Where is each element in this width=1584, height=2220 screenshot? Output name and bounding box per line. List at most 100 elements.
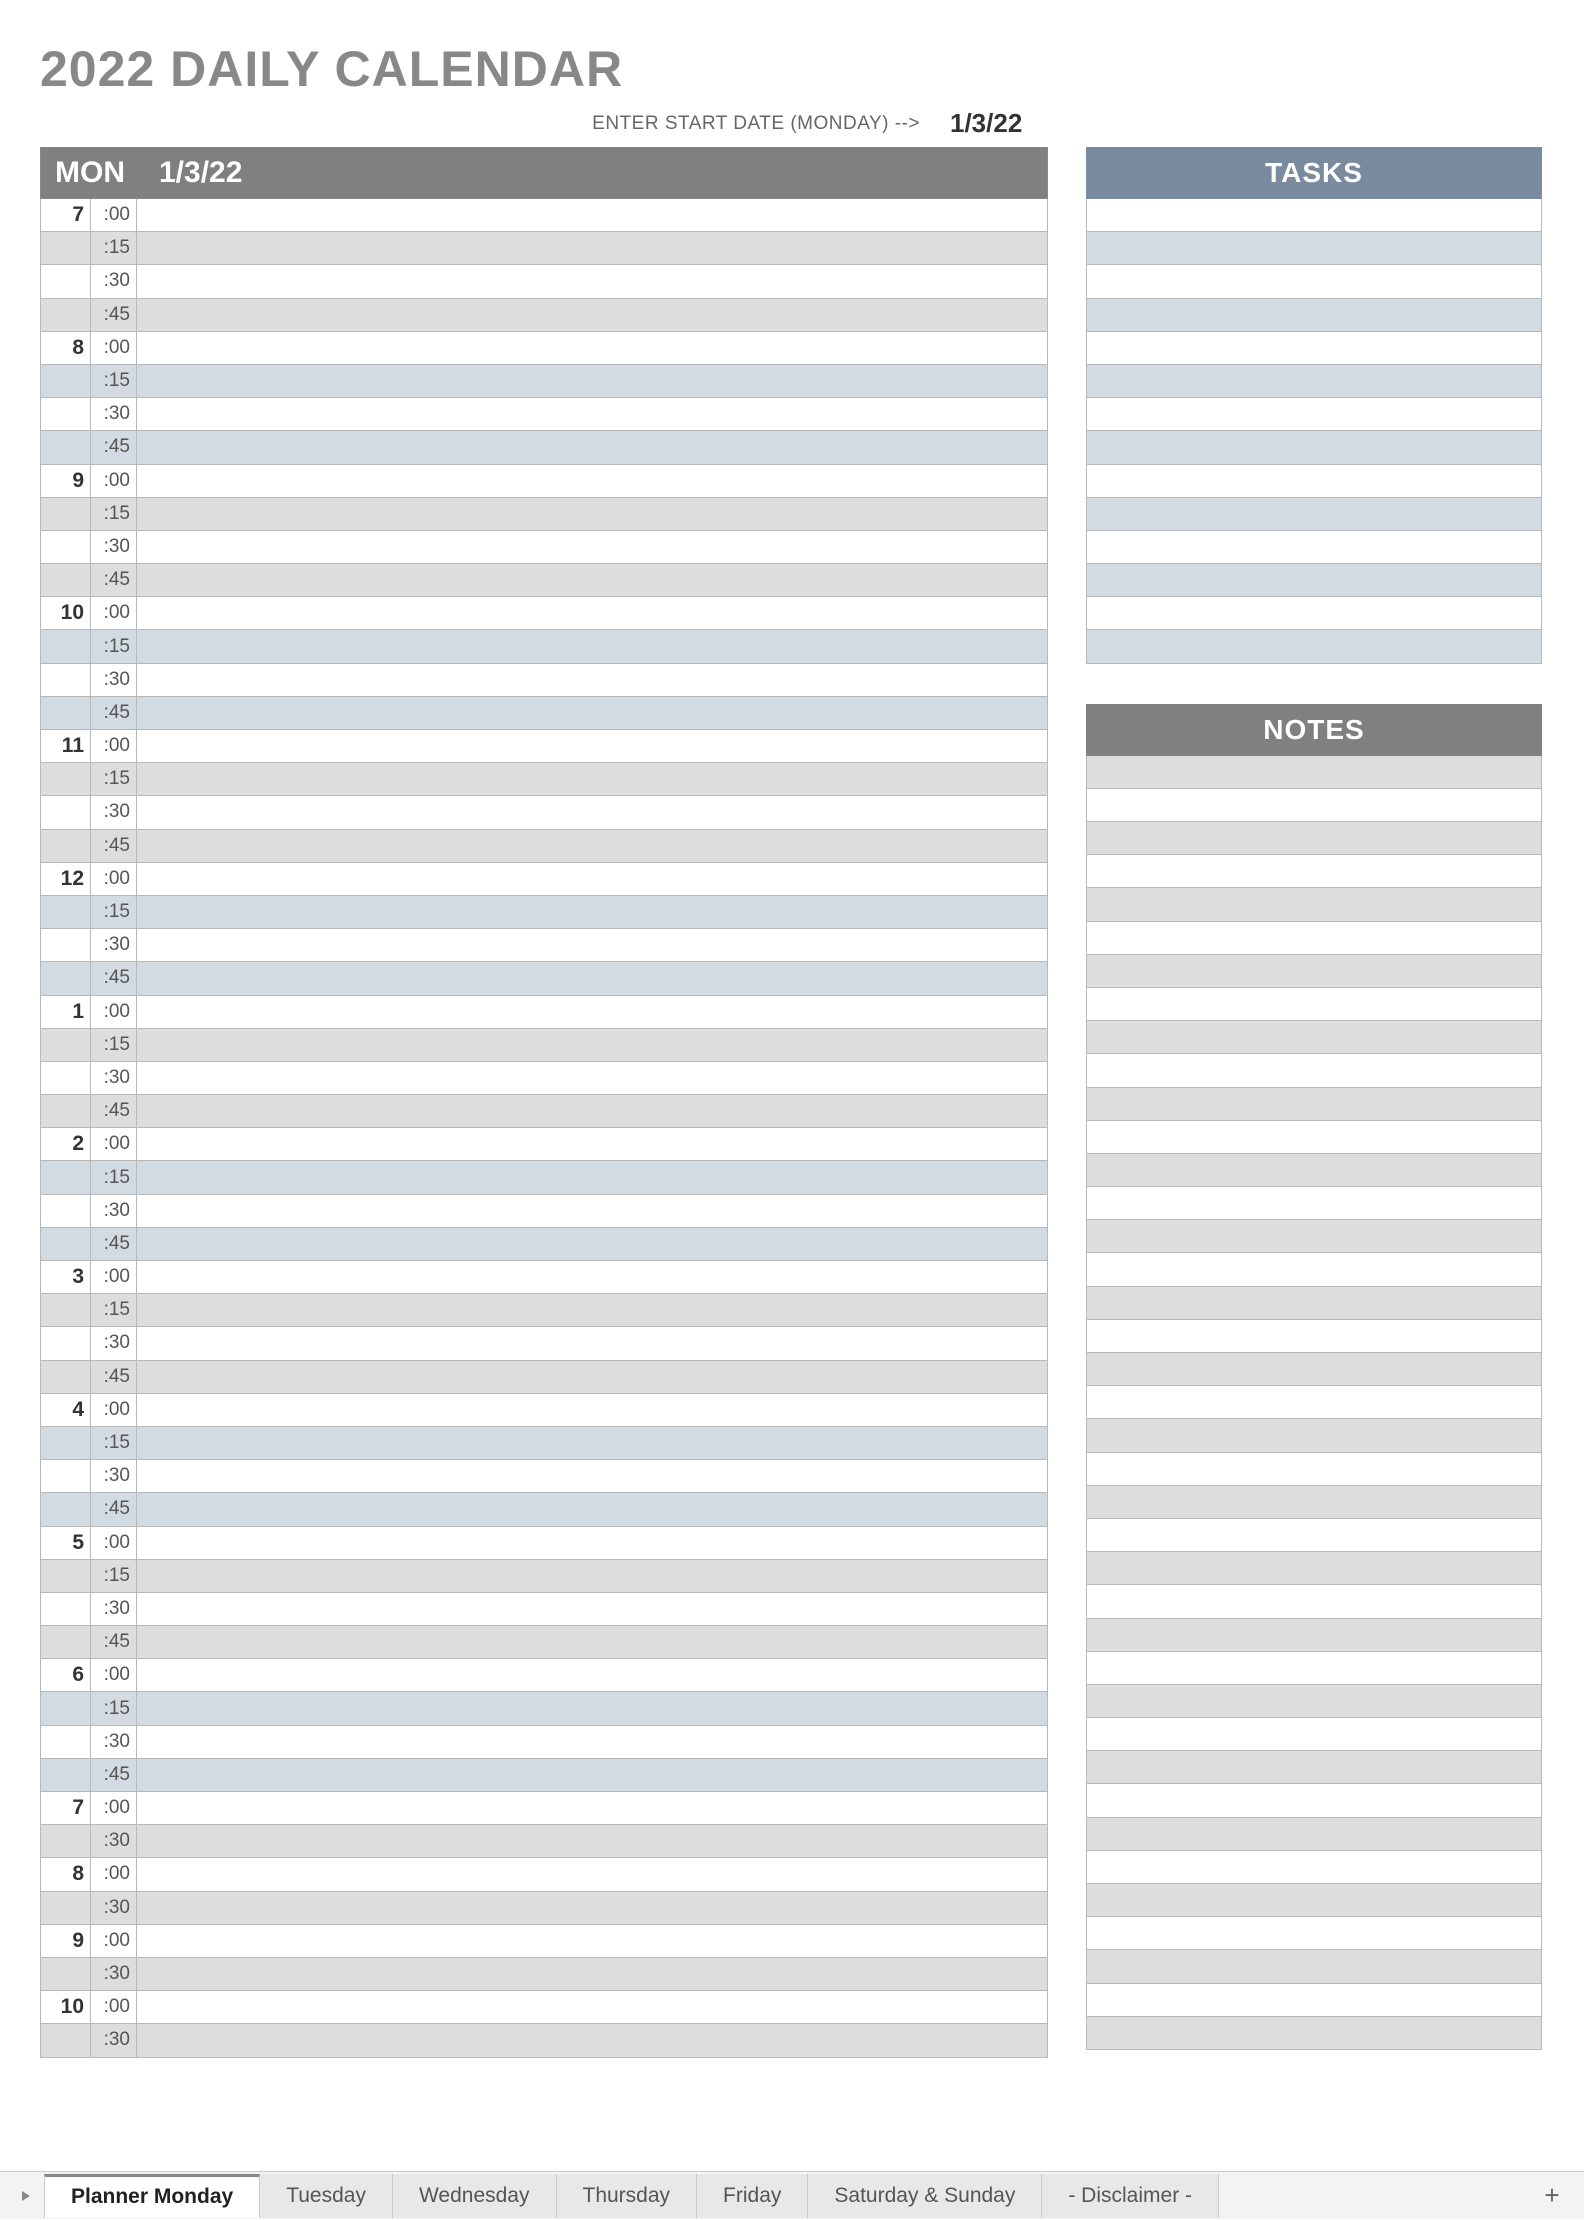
- entry-cell[interactable]: [137, 1327, 1047, 1359]
- task-row[interactable]: [1086, 465, 1542, 498]
- entry-cell[interactable]: [137, 796, 1047, 828]
- entry-cell[interactable]: [137, 929, 1047, 961]
- entry-cell[interactable]: [137, 265, 1047, 297]
- note-row[interactable]: [1086, 1419, 1542, 1452]
- entry-cell[interactable]: [137, 1593, 1047, 1625]
- note-row[interactable]: [1086, 1818, 1542, 1851]
- note-row[interactable]: [1086, 1287, 1542, 1320]
- entry-cell[interactable]: [137, 1493, 1047, 1525]
- entry-cell[interactable]: [137, 1029, 1047, 1061]
- tab-nav-prev[interactable]: [8, 2172, 44, 2220]
- entry-cell[interactable]: [137, 332, 1047, 364]
- entry-cell[interactable]: [137, 597, 1047, 629]
- note-row[interactable]: [1086, 888, 1542, 921]
- entry-cell[interactable]: [137, 1759, 1047, 1791]
- entry-cell[interactable]: [137, 398, 1047, 430]
- entry-cell[interactable]: [137, 1958, 1047, 1990]
- task-row[interactable]: [1086, 498, 1542, 531]
- sheet-tab[interactable]: Planner Monday: [44, 2174, 260, 2218]
- entry-cell[interactable]: [137, 1361, 1047, 1393]
- entry-cell[interactable]: [137, 1062, 1047, 1094]
- entry-cell[interactable]: [137, 1626, 1047, 1658]
- note-row[interactable]: [1086, 1552, 1542, 1585]
- note-row[interactable]: [1086, 1121, 1542, 1154]
- entry-cell[interactable]: [137, 431, 1047, 463]
- entry-cell[interactable]: [137, 199, 1047, 231]
- task-row[interactable]: [1086, 365, 1542, 398]
- note-row[interactable]: [1086, 1718, 1542, 1751]
- note-row[interactable]: [1086, 1386, 1542, 1419]
- note-row[interactable]: [1086, 1751, 1542, 1784]
- note-row[interactable]: [1086, 1453, 1542, 1486]
- entry-cell[interactable]: [137, 1692, 1047, 1724]
- note-row[interactable]: [1086, 1917, 1542, 1950]
- task-row[interactable]: [1086, 265, 1542, 298]
- entry-cell[interactable]: [137, 1726, 1047, 1758]
- note-row[interactable]: [1086, 1187, 1542, 1220]
- task-row[interactable]: [1086, 630, 1542, 663]
- note-row[interactable]: [1086, 1652, 1542, 1685]
- note-row[interactable]: [1086, 756, 1542, 789]
- note-row[interactable]: [1086, 855, 1542, 888]
- note-row[interactable]: [1086, 922, 1542, 955]
- note-row[interactable]: [1086, 1984, 1542, 2017]
- entry-cell[interactable]: [137, 630, 1047, 662]
- note-row[interactable]: [1086, 2017, 1542, 2050]
- entry-cell[interactable]: [137, 664, 1047, 696]
- entry-cell[interactable]: [137, 1892, 1047, 1924]
- note-row[interactable]: [1086, 1585, 1542, 1618]
- entry-cell[interactable]: [137, 1294, 1047, 1326]
- entry-cell[interactable]: [137, 896, 1047, 928]
- note-row[interactable]: [1086, 1619, 1542, 1652]
- entry-cell[interactable]: [137, 1228, 1047, 1260]
- note-row[interactable]: [1086, 1320, 1542, 1353]
- task-row[interactable]: [1086, 398, 1542, 431]
- entry-cell[interactable]: [137, 498, 1047, 530]
- entry-cell[interactable]: [137, 1128, 1047, 1160]
- entry-cell[interactable]: [137, 1460, 1047, 1492]
- entry-cell[interactable]: [137, 996, 1047, 1028]
- note-row[interactable]: [1086, 1950, 1542, 1983]
- task-row[interactable]: [1086, 199, 1542, 232]
- note-row[interactable]: [1086, 988, 1542, 1021]
- add-sheet-button[interactable]: +: [1532, 2180, 1572, 2211]
- task-row[interactable]: [1086, 564, 1542, 597]
- entry-cell[interactable]: [137, 1261, 1047, 1293]
- entry-cell[interactable]: [137, 564, 1047, 596]
- entry-cell[interactable]: [137, 1195, 1047, 1227]
- entry-cell[interactable]: [137, 1925, 1047, 1957]
- entry-cell[interactable]: [137, 232, 1047, 264]
- entry-cell[interactable]: [137, 1659, 1047, 1691]
- entry-cell[interactable]: [137, 863, 1047, 895]
- note-row[interactable]: [1086, 1253, 1542, 1286]
- entry-cell[interactable]: [137, 1825, 1047, 1857]
- note-row[interactable]: [1086, 1054, 1542, 1087]
- note-row[interactable]: [1086, 1088, 1542, 1121]
- sheet-tab[interactable]: - Disclaimer -: [1042, 2174, 1219, 2218]
- note-row[interactable]: [1086, 822, 1542, 855]
- sheet-tab[interactable]: Tuesday: [260, 2174, 393, 2218]
- entry-cell[interactable]: [137, 1991, 1047, 2023]
- entry-cell[interactable]: [137, 1427, 1047, 1459]
- task-row[interactable]: [1086, 597, 1542, 630]
- entry-cell[interactable]: [137, 1858, 1047, 1890]
- task-row[interactable]: [1086, 431, 1542, 464]
- entry-cell[interactable]: [137, 962, 1047, 994]
- sheet-tab[interactable]: Saturday & Sunday: [808, 2174, 1042, 2218]
- note-row[interactable]: [1086, 1021, 1542, 1054]
- entry-cell[interactable]: [137, 1792, 1047, 1824]
- start-date-value[interactable]: 1/3/22: [950, 108, 1070, 139]
- note-row[interactable]: [1086, 1486, 1542, 1519]
- note-row[interactable]: [1086, 1851, 1542, 1884]
- entry-cell[interactable]: [137, 1095, 1047, 1127]
- entry-cell[interactable]: [137, 830, 1047, 862]
- entry-cell[interactable]: [137, 2024, 1047, 2056]
- note-row[interactable]: [1086, 1784, 1542, 1817]
- note-row[interactable]: [1086, 1154, 1542, 1187]
- note-row[interactable]: [1086, 1519, 1542, 1552]
- entry-cell[interactable]: [137, 763, 1047, 795]
- task-row[interactable]: [1086, 332, 1542, 365]
- sheet-tab[interactable]: Friday: [697, 2174, 808, 2218]
- task-row[interactable]: [1086, 299, 1542, 332]
- entry-cell[interactable]: [137, 1161, 1047, 1193]
